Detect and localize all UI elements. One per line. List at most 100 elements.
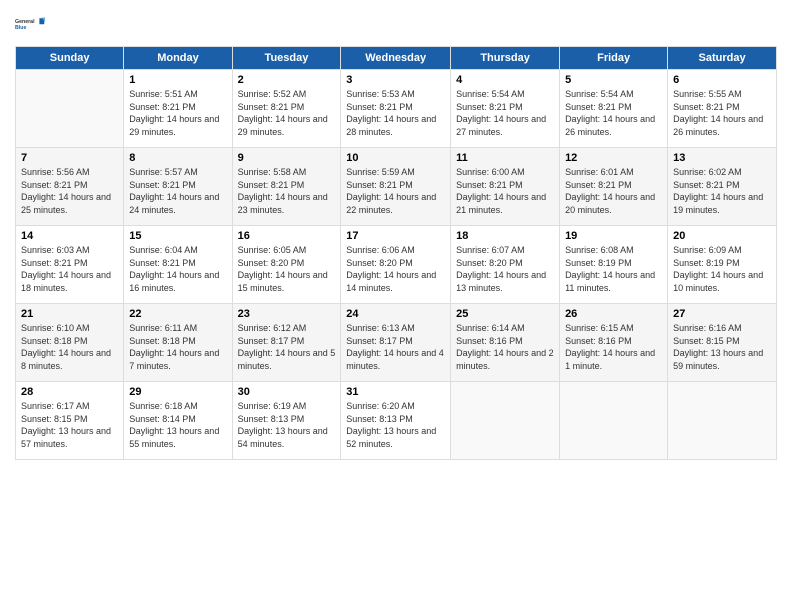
day-cell: 23 Sunrise: 6:12 AM Sunset: 8:17 PM Dayli… [232, 304, 341, 382]
day-info: Sunrise: 6:10 AM Sunset: 8:18 PM Dayligh… [21, 322, 118, 372]
header-cell-wednesday: Wednesday [341, 47, 451, 70]
day-number: 17 [346, 230, 445, 242]
day-number: 15 [129, 230, 226, 242]
day-cell: 26Sunrise: 6:15 AM Sunset: 8:16 PM Dayli… [560, 304, 668, 382]
header-cell-thursday: Thursday [451, 47, 560, 70]
day-number: 14 [21, 230, 118, 242]
day-number: 9 [238, 152, 336, 164]
day-cell: 10 Sunrise: 5:59 AM Sunset: 8:21 PM Dayli… [341, 148, 451, 226]
calendar-table: SundayMondayTuesdayWednesdayThursdayFrid… [15, 46, 777, 460]
day-cell: 27Sunrise: 6:16 AM Sunset: 8:15 PM Dayli… [668, 304, 777, 382]
day-number: 24 [346, 308, 445, 320]
day-cell: 1Sunrise: 5:51 AM Sunset: 8:21 PM Daylig… [124, 70, 232, 148]
day-info: Sunrise: 6:17 AM Sunset: 8:15 PM Dayligh… [21, 400, 118, 450]
header: General Blue [15, 10, 777, 40]
day-cell: 30 Sunrise: 6:19 AM Sunset: 8:13 PM Dayli… [232, 382, 341, 460]
day-number: 28 [21, 386, 118, 398]
logo-icon: General Blue [15, 10, 45, 40]
day-cell [668, 382, 777, 460]
day-cell [560, 382, 668, 460]
day-number: 4 [456, 74, 554, 86]
day-info: Sunrise: 6:04 AM Sunset: 8:21 PM Dayligh… [129, 244, 226, 294]
day-info: Sunrise: 6:05 AM Sunset: 8:20 PM Dayligh… [238, 244, 336, 294]
week-row-3: 14 Sunrise: 6:03 AM Sunset: 8:21 PM Dayli… [16, 226, 777, 304]
day-info: Sunrise: 6:02 AM Sunset: 8:21 PM Dayligh… [673, 166, 771, 216]
day-info: Sunrise: 5:57 AM Sunset: 8:21 PM Dayligh… [129, 166, 226, 216]
day-cell: 24 Sunrise: 6:13 AM Sunset: 8:17 PM Dayli… [341, 304, 451, 382]
day-cell: 13 Sunrise: 6:02 AM Sunset: 8:21 PM Dayli… [668, 148, 777, 226]
header-cell-sunday: Sunday [16, 47, 124, 70]
day-info: Sunrise: 6:07 AM Sunset: 8:20 PM Dayligh… [456, 244, 554, 294]
day-number: 7 [21, 152, 118, 164]
day-number: 26 [565, 308, 662, 320]
week-row-5: 28 Sunrise: 6:17 AM Sunset: 8:15 PM Dayli… [16, 382, 777, 460]
day-number: 16 [238, 230, 336, 242]
day-info: Sunrise: 5:55 AM Sunset: 8:21 PM Dayligh… [673, 88, 771, 138]
day-info: Sunrise: 6:03 AM Sunset: 8:21 PM Dayligh… [21, 244, 118, 294]
day-cell: 12 Sunrise: 6:01 AM Sunset: 8:21 PM Dayli… [560, 148, 668, 226]
day-cell: 2 Sunrise: 5:52 AM Sunset: 8:21 PM Daylig… [232, 70, 341, 148]
day-info: Sunrise: 6:09 AM Sunset: 8:19 PM Dayligh… [673, 244, 771, 294]
header-cell-saturday: Saturday [668, 47, 777, 70]
page: General Blue SundayMondayTuesdayWednesda… [0, 0, 792, 612]
day-info: Sunrise: 5:58 AM Sunset: 8:21 PM Dayligh… [238, 166, 336, 216]
week-row-2: 7Sunrise: 5:56 AM Sunset: 8:21 PM Daylig… [16, 148, 777, 226]
day-cell: 9 Sunrise: 5:58 AM Sunset: 8:21 PM Daylig… [232, 148, 341, 226]
day-cell: 21 Sunrise: 6:10 AM Sunset: 8:18 PM Dayli… [16, 304, 124, 382]
day-info: Sunrise: 6:00 AM Sunset: 8:21 PM Dayligh… [456, 166, 554, 216]
day-info: Sunrise: 6:13 AM Sunset: 8:17 PM Dayligh… [346, 322, 445, 372]
header-cell-friday: Friday [560, 47, 668, 70]
day-number: 11 [456, 152, 554, 164]
day-number: 13 [673, 152, 771, 164]
day-number: 18 [456, 230, 554, 242]
day-cell: 11 Sunrise: 6:00 AM Sunset: 8:21 PM Dayli… [451, 148, 560, 226]
day-cell: 19 Sunrise: 6:08 AM Sunset: 8:19 PM Dayli… [560, 226, 668, 304]
day-cell: 7Sunrise: 5:56 AM Sunset: 8:21 PM Daylig… [16, 148, 124, 226]
day-number: 2 [238, 74, 336, 86]
day-number: 27 [673, 308, 771, 320]
day-cell: 4 Sunrise: 5:54 AM Sunset: 8:21 PM Daylig… [451, 70, 560, 148]
day-number: 20 [673, 230, 771, 242]
day-cell: 6Sunrise: 5:55 AM Sunset: 8:21 PM Daylig… [668, 70, 777, 148]
day-info: Sunrise: 5:54 AM Sunset: 8:21 PM Dayligh… [565, 88, 662, 138]
header-row: SundayMondayTuesdayWednesdayThursdayFrid… [16, 47, 777, 70]
day-info: Sunrise: 6:08 AM Sunset: 8:19 PM Dayligh… [565, 244, 662, 294]
day-number: 31 [346, 386, 445, 398]
day-cell [451, 382, 560, 460]
day-number: 23 [238, 308, 336, 320]
day-info: Sunrise: 6:12 AM Sunset: 8:17 PM Dayligh… [238, 322, 336, 372]
header-cell-monday: Monday [124, 47, 232, 70]
day-cell: 15 Sunrise: 6:04 AM Sunset: 8:21 PM Dayli… [124, 226, 232, 304]
day-cell: 25 Sunrise: 6:14 AM Sunset: 8:16 PM Dayli… [451, 304, 560, 382]
day-info: Sunrise: 6:01 AM Sunset: 8:21 PM Dayligh… [565, 166, 662, 216]
day-number: 19 [565, 230, 662, 242]
day-cell: 5 Sunrise: 5:54 AM Sunset: 8:21 PM Daylig… [560, 70, 668, 148]
day-cell: 8 Sunrise: 5:57 AM Sunset: 8:21 PM Daylig… [124, 148, 232, 226]
day-cell [16, 70, 124, 148]
day-info: Sunrise: 5:54 AM Sunset: 8:21 PM Dayligh… [456, 88, 554, 138]
day-cell: 3Sunrise: 5:53 AM Sunset: 8:21 PM Daylig… [341, 70, 451, 148]
day-cell: 29 Sunrise: 6:18 AM Sunset: 8:14 PM Dayli… [124, 382, 232, 460]
day-cell: 14 Sunrise: 6:03 AM Sunset: 8:21 PM Dayli… [16, 226, 124, 304]
day-number: 3 [346, 74, 445, 86]
logo: General Blue [15, 10, 45, 40]
week-row-4: 21 Sunrise: 6:10 AM Sunset: 8:18 PM Dayli… [16, 304, 777, 382]
day-number: 5 [565, 74, 662, 86]
day-number: 22 [129, 308, 226, 320]
day-number: 10 [346, 152, 445, 164]
day-cell: 17Sunrise: 6:06 AM Sunset: 8:20 PM Dayli… [341, 226, 451, 304]
day-number: 30 [238, 386, 336, 398]
day-info: Sunrise: 6:18 AM Sunset: 8:14 PM Dayligh… [129, 400, 226, 450]
day-info: Sunrise: 6:20 AM Sunset: 8:13 PM Dayligh… [346, 400, 445, 450]
day-number: 21 [21, 308, 118, 320]
svg-text:General: General [15, 19, 35, 25]
day-number: 12 [565, 152, 662, 164]
day-info: Sunrise: 5:59 AM Sunset: 8:21 PM Dayligh… [346, 166, 445, 216]
day-number: 25 [456, 308, 554, 320]
day-cell: 16 Sunrise: 6:05 AM Sunset: 8:20 PM Dayli… [232, 226, 341, 304]
day-number: 29 [129, 386, 226, 398]
day-info: Sunrise: 6:19 AM Sunset: 8:13 PM Dayligh… [238, 400, 336, 450]
day-info: Sunrise: 6:14 AM Sunset: 8:16 PM Dayligh… [456, 322, 554, 372]
day-number: 8 [129, 152, 226, 164]
day-info: Sunrise: 5:52 AM Sunset: 8:21 PM Dayligh… [238, 88, 336, 138]
